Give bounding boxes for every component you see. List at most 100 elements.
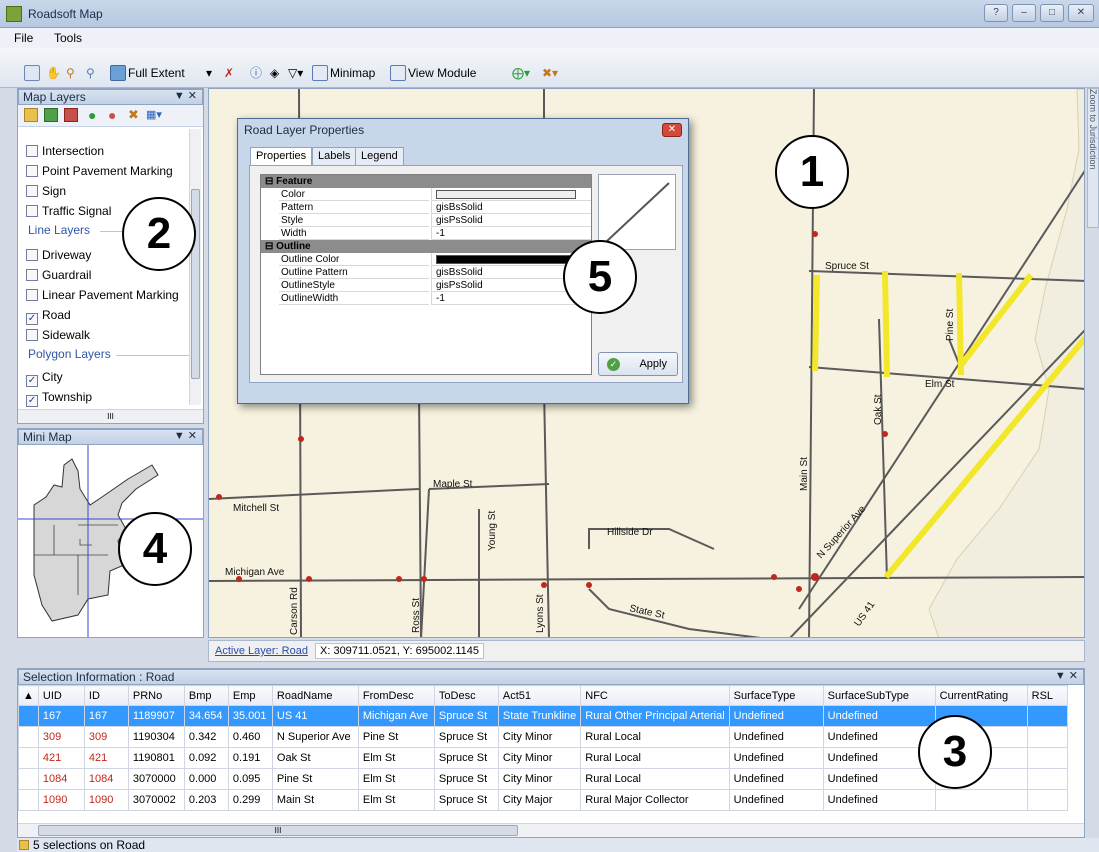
full-extent-dropdown-icon[interactable]: ▾ xyxy=(206,64,212,82)
table-cell[interactable]: 3070000 xyxy=(127,768,185,790)
column-header[interactable]: Emp xyxy=(227,685,273,706)
table-cell[interactable]: Spruce St xyxy=(433,705,499,727)
table-cell[interactable]: Main St xyxy=(271,789,359,811)
column-header[interactable]: CurrentRating xyxy=(934,685,1028,706)
table-cell[interactable]: US 41 xyxy=(271,705,359,727)
info-icon[interactable]: ⓘ xyxy=(250,64,262,82)
table-cell[interactable]: Rural Local xyxy=(580,747,730,769)
layer-road[interactable]: ✓ Road xyxy=(26,307,71,325)
zoom-in-icon[interactable]: ⚲ xyxy=(66,64,75,82)
checkbox[interactable] xyxy=(26,145,38,157)
column-header[interactable]: UID xyxy=(37,685,85,706)
table-cell[interactable]: 167 xyxy=(37,705,85,727)
table-row[interactable]: 309 309 1190304 0.342 0.460 N Superior Ave Pin… xyxy=(18,726,1068,748)
color-swatch[interactable] xyxy=(436,190,576,199)
table-cell[interactable]: 1084 xyxy=(83,768,129,790)
table-cell[interactable]: Spruce St xyxy=(433,789,499,811)
table-cell[interactable]: Undefined xyxy=(822,705,936,727)
checkbox[interactable] xyxy=(26,249,38,261)
checkbox[interactable] xyxy=(26,269,38,281)
layer-intersection[interactable]: Intersection xyxy=(26,143,104,159)
table-cell[interactable]: Rural Local xyxy=(580,768,730,790)
table-cell[interactable]: Undefined xyxy=(728,726,824,748)
column-header[interactable]: Bmp xyxy=(183,685,229,706)
table-cell[interactable] xyxy=(1026,747,1068,769)
add-icon[interactable]: ⨁▾ xyxy=(512,64,530,82)
tools-icon[interactable]: ✖▾ xyxy=(542,64,558,82)
property-row[interactable]: Outline Pattern gisBsSolid xyxy=(261,266,591,279)
menu-file[interactable]: File xyxy=(14,31,33,45)
column-header[interactable]: PRNo xyxy=(127,685,185,706)
table-cell[interactable]: Elm St xyxy=(357,768,435,790)
checkbox[interactable] xyxy=(26,185,38,197)
table-cell[interactable]: State Trunkline xyxy=(497,705,582,727)
column-header[interactable]: SurfaceType xyxy=(728,685,824,706)
maximize-button[interactable]: □ xyxy=(1040,4,1064,22)
table-cell[interactable]: 35.001 xyxy=(227,705,273,727)
row-header[interactable] xyxy=(18,768,39,790)
table-cell[interactable]: Elm St xyxy=(357,789,435,811)
full-extent-button[interactable]: Full Extent xyxy=(128,64,185,82)
color-swatch[interactable] xyxy=(436,255,576,264)
polygon-layers-group[interactable]: Polygon Layers xyxy=(28,347,111,361)
table-cell[interactable] xyxy=(1026,705,1068,727)
help-icon[interactable]: ? xyxy=(984,4,1008,22)
pin-close-icon[interactable]: ▼ ✕ xyxy=(1055,669,1078,683)
filter-icon[interactable]: ▽▾ xyxy=(288,64,303,82)
table-cell[interactable]: Undefined xyxy=(822,768,936,790)
table-cell[interactable]: Spruce St xyxy=(433,747,499,769)
layer-sidewalk[interactable]: Sidewalk xyxy=(26,327,90,343)
table-cell[interactable] xyxy=(1026,768,1068,790)
table-cell[interactable]: 0.342 xyxy=(183,726,229,748)
property-value[interactable] xyxy=(431,188,591,201)
table-cell[interactable]: City Minor xyxy=(497,768,582,790)
table-cell[interactable]: Spruce St xyxy=(433,768,499,790)
row-header[interactable] xyxy=(18,747,39,769)
table-row[interactable]: 1084 1084 3070000 0.000 0.095 Pine St Elm St Sp… xyxy=(18,768,1068,790)
table-cell[interactable] xyxy=(1026,789,1068,811)
property-value[interactable]: -1 xyxy=(431,227,591,240)
tab-legend[interactable]: Legend xyxy=(355,147,404,166)
checkbox[interactable] xyxy=(26,205,38,217)
selection-hscrollbar[interactable]: III xyxy=(18,823,1084,837)
layers-hscrollbar[interactable]: III xyxy=(18,409,203,423)
table-cell[interactable]: Elm St xyxy=(357,747,435,769)
menu-tools[interactable]: Tools xyxy=(54,31,82,45)
table-cell[interactable] xyxy=(1026,726,1068,748)
property-row[interactable]: Color xyxy=(261,188,591,201)
dialog-close-button[interactable]: ✕ xyxy=(662,123,682,137)
pan-icon[interactable]: ✋ xyxy=(46,64,61,82)
tab-labels[interactable]: Labels xyxy=(312,147,357,166)
category-outline[interactable]: ⊟ Outline xyxy=(261,240,591,253)
add-circle-icon[interactable]: ● xyxy=(88,107,96,123)
table-cell[interactable]: Undefined xyxy=(728,768,824,790)
binoculars-icon[interactable]: ◈ xyxy=(270,64,279,82)
table-cell[interactable]: Michigan Ave xyxy=(357,705,435,727)
table-cell[interactable]: Rural Other Principal Arterial xyxy=(580,705,730,727)
table-cell[interactable]: Rural Major Collector xyxy=(580,789,730,811)
table-cell[interactable]: 0.092 xyxy=(183,747,229,769)
table-cell[interactable]: 1090 xyxy=(83,789,129,811)
table-cell[interactable]: 1190801 xyxy=(127,747,185,769)
column-header[interactable]: NFC xyxy=(580,685,730,706)
pin-close-icon[interactable]: ▼ ✕ xyxy=(174,429,197,443)
table-cell[interactable]: Rural Local xyxy=(580,726,730,748)
column-header[interactable]: ID xyxy=(83,685,129,706)
layer-driveway[interactable]: Driveway xyxy=(26,247,91,263)
zoom-out-icon[interactable]: ⚲ xyxy=(86,64,95,82)
checkbox[interactable] xyxy=(26,329,38,341)
checkbox-checked[interactable]: ✓ xyxy=(26,395,38,407)
category-feature[interactable]: ⊟ Feature xyxy=(261,175,591,188)
property-row[interactable]: Outline Color xyxy=(261,253,591,266)
layer-city[interactable]: ✓ City xyxy=(26,369,63,387)
table-icon[interactable]: ▦▾ xyxy=(146,108,162,121)
table-cell[interactable]: City Minor xyxy=(497,726,582,748)
checkbox[interactable] xyxy=(26,289,38,301)
table-cell[interactable]: 3070002 xyxy=(127,789,185,811)
minimize-button[interactable]: – xyxy=(1012,4,1036,22)
checkbox-checked[interactable]: ✓ xyxy=(26,313,38,325)
layer-township[interactable]: ✓ Township xyxy=(26,389,92,407)
add-layer-icon[interactable] xyxy=(24,108,38,122)
table-cell[interactable]: 421 xyxy=(37,747,85,769)
row-header[interactable] xyxy=(18,789,39,811)
